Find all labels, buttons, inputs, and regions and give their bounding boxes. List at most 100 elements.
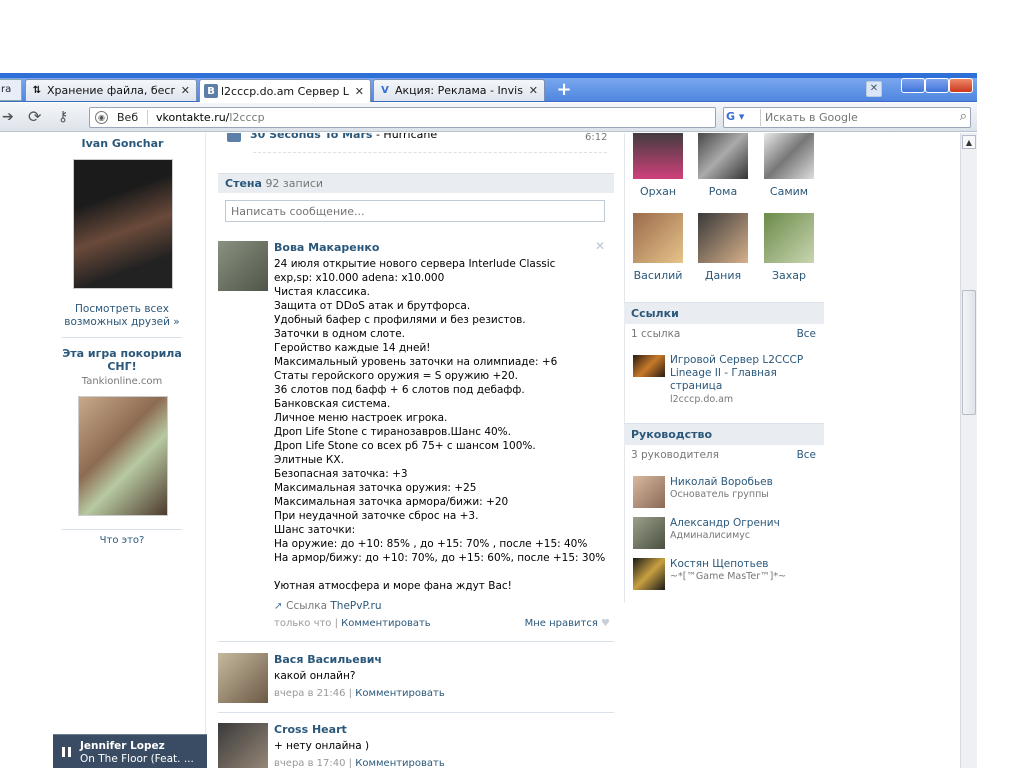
admins-header[interactable]: Руководство <box>624 423 824 445</box>
friend-avatar <box>764 213 814 263</box>
friend-name[interactable]: Ivan Gonchar <box>0 137 245 150</box>
closed-tabs-icon[interactable]: ✕ <box>866 81 882 97</box>
links-header[interactable]: Ссылки <box>624 302 824 324</box>
address-bar[interactable]: ◉ Веб vkontakte.ru/l2cccp <box>89 107 716 128</box>
maximize-button[interactable] <box>925 78 949 93</box>
post-time: вчера в 17:40 <box>274 758 346 768</box>
key-icon[interactable]: ⚷ <box>58 109 68 125</box>
close-tab-icon[interactable]: ✕ <box>355 85 364 98</box>
link-thumbnail[interactable] <box>633 355 665 377</box>
group-link-domain: l2cccp.do.am <box>670 394 734 405</box>
post-line: Чистая классика. <box>274 286 370 298</box>
post-line: На оружие: до +10: 85% , до +15: 70% , п… <box>274 538 588 550</box>
post-line: Безопасная заточка: +3 <box>274 468 408 480</box>
search-icon[interactable]: ⌕ <box>960 109 967 124</box>
divider <box>62 337 182 338</box>
divider <box>62 529 182 530</box>
post-author[interactable]: Вася Васильевич <box>274 653 614 667</box>
post-author[interactable]: Вова Макаренко <box>274 241 614 255</box>
post-line: 24 июля открытие нового сервера Interlud… <box>274 258 556 270</box>
ad-title[interactable]: Эта игра покорила СНГ! <box>62 347 182 373</box>
like-button[interactable]: Мне нравится ♥ <box>525 617 610 631</box>
post-attachment[interactable]: ➚ Ссылка ThePvP.ru <box>274 599 614 613</box>
post-line: Статы геройского оружия = S оружию +20. <box>274 370 518 382</box>
admins-count-row: 3 руководителя Все <box>631 449 816 461</box>
friend-item[interactable]: Самим <box>763 133 815 198</box>
friend-item[interactable]: Василий <box>632 213 684 282</box>
attachment-link[interactable]: ThePvP.ru <box>330 600 381 612</box>
admins-all-link[interactable]: Все <box>797 449 816 461</box>
post-meta: вчера в 17:40 | Комментировать <box>274 758 445 768</box>
wall-post: Cross Heart + нету онлайна ) вчера в 17:… <box>274 723 614 768</box>
close-tab-icon[interactable]: ✕ <box>181 84 190 97</box>
friend-avatar <box>698 133 748 179</box>
friend-item[interactable]: Захар <box>763 213 815 282</box>
friend-item[interactable]: Рома <box>697 133 749 198</box>
close-tab-icon[interactable]: ✕ <box>529 84 538 97</box>
audio-player[interactable]: Jennifer Lopez On The Floor (Feat. ... <box>53 734 207 768</box>
group-link-title[interactable]: Игровой Сервер L2CCCP Lineage II - Главн… <box>670 354 815 393</box>
post-line: Заточки в одном слоте. <box>274 328 405 340</box>
whats-this-link[interactable]: Что это? <box>62 535 182 546</box>
friend-item[interactable]: Дания <box>697 213 749 282</box>
vk-icon: В <box>204 84 218 98</box>
page-content: Ivan Gonchar Посмотреть всех возможных д… <box>0 133 960 768</box>
post-line: Уютная атмосфера и море фана ждут Вас! <box>274 580 512 592</box>
ad-image[interactable] <box>78 396 168 516</box>
google-icon[interactable]: G ▾ <box>726 110 756 125</box>
address-mode-label[interactable]: Веб <box>117 111 138 124</box>
friend-avatar <box>764 133 814 179</box>
audio-track[interactable]: 30 Seconds To Mars - Hurricane <box>250 133 437 141</box>
post-line: Элитные КХ. <box>274 454 344 466</box>
post-meta: только что | Комментировать Мне нравится… <box>274 617 610 631</box>
tab-bar: ra ⇅ Хранение файла, беспл... ✕ В l2cccp… <box>0 78 977 102</box>
post-line: Шанс заточки: <box>274 524 356 536</box>
audio-divider <box>253 152 607 153</box>
wall-post-input[interactable] <box>225 200 605 222</box>
links-all-link[interactable]: Все <box>797 328 816 340</box>
globe-icon: ◉ <box>95 111 108 124</box>
scroll-up-icon[interactable]: ▲ <box>962 135 976 149</box>
post-line <box>274 565 614 579</box>
heart-icon: ♥ <box>601 618 610 629</box>
url-text[interactable]: vkontakte.ru/l2cccp <box>156 111 265 124</box>
comment-link[interactable]: Комментировать <box>355 688 445 699</box>
see-all-friends-link[interactable]: Посмотреть всех возможных друзей » <box>62 303 182 329</box>
new-tab-button[interactable]: + <box>556 81 572 99</box>
post-avatar[interactable] <box>218 653 268 703</box>
link-icon: ➚ <box>274 600 283 612</box>
wall-header[interactable]: Стена 92 записи <box>218 173 614 193</box>
search-box: G ▾ ⌕ <box>723 107 971 128</box>
forward-arrow-icon[interactable]: ➔ <box>2 109 14 125</box>
page-scrollbar[interactable]: ▲ <box>960 133 977 768</box>
friend-item[interactable]: Орхан <box>632 133 684 198</box>
post-line: Личное меню настроек игрока. <box>274 412 448 424</box>
post-avatar[interactable] <box>218 241 268 291</box>
post-avatar[interactable] <box>218 723 268 768</box>
left-column: Ivan Gonchar Посмотреть всех возможных д… <box>0 133 206 768</box>
tab-invisi[interactable]: V Акция: Реклама - Invisi... ✕ <box>373 79 545 101</box>
minimize-button[interactable] <box>901 78 925 93</box>
friend-avatar <box>633 133 683 179</box>
post-text: какой онлайн? <box>274 670 356 682</box>
search-input[interactable] <box>760 109 942 126</box>
comment-link[interactable]: Комментировать <box>355 758 445 768</box>
player-artist: Jennifer Lopez <box>80 740 165 752</box>
close-window-button[interactable] <box>949 78 973 93</box>
play-icon[interactable] <box>227 133 241 142</box>
post-line: Защита от DDoS атак и брутфорса. <box>274 300 471 312</box>
scroll-thumb[interactable] <box>962 290 976 415</box>
friend-photo[interactable] <box>73 159 173 289</box>
tab-partial[interactable]: ra <box>0 79 22 101</box>
tab-l2cccp[interactable]: В l2cccp.do.am Сервер Lin... ✕ <box>199 79 371 102</box>
pause-icon[interactable] <box>62 747 72 757</box>
post-line: 36 слотов под бафф + 6 слотов под дебафф… <box>274 384 525 396</box>
post-line: На армор/бижу: до +10: 70%, до +15: 60%,… <box>274 552 606 564</box>
links-count-row: 1 ссылка Все <box>631 328 816 340</box>
post-text: 24 июля открытие нового сервера Interlud… <box>274 257 614 593</box>
reload-icon[interactable]: ⟳ <box>28 107 41 126</box>
post-author[interactable]: Cross Heart <box>274 723 614 737</box>
post-line: При неудачной заточке сброс на +3. <box>274 510 479 522</box>
tab-file-storage[interactable]: ⇅ Хранение файла, беспл... ✕ <box>25 79 197 101</box>
comment-link[interactable]: Комментировать <box>341 618 431 629</box>
